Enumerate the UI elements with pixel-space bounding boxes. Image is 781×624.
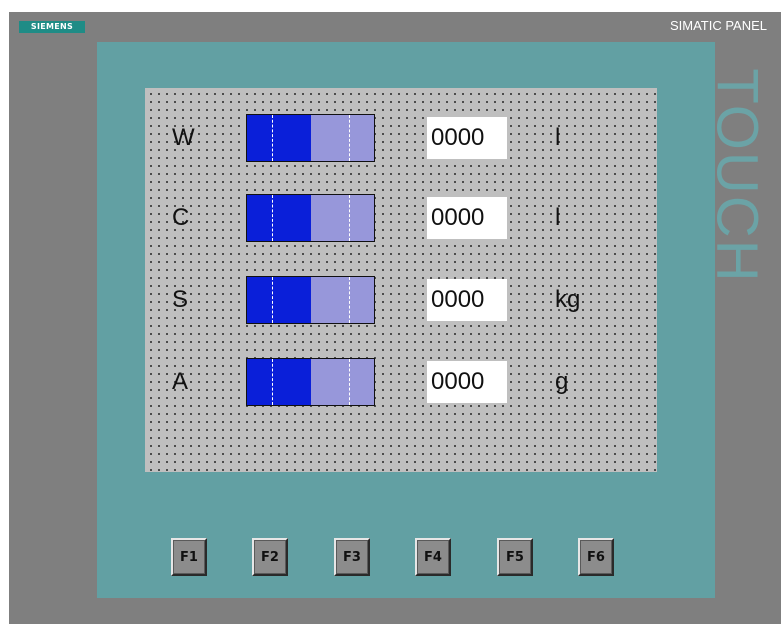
bar-fill — [247, 195, 311, 241]
value-field[interactable]: 0000 — [427, 279, 507, 321]
f1-key[interactable]: F1 — [171, 538, 207, 576]
bar-fill — [247, 115, 311, 161]
bar-tick — [349, 195, 350, 241]
bar-fill — [247, 359, 311, 405]
variable-label: W — [172, 124, 195, 151]
bar-tick — [272, 195, 273, 241]
hmi-panel: SIEMENS SIMATIC PANEL TOUCH W 0000 l C 0… — [9, 12, 781, 624]
bar-graph — [246, 358, 375, 406]
row-s: S 0000 kg — [145, 276, 657, 324]
f5-key[interactable]: F5 — [497, 538, 533, 576]
unit-label: l — [555, 204, 561, 231]
unit-label: kg — [555, 286, 581, 313]
row-w: W 0000 l — [145, 114, 657, 162]
f3-key[interactable]: F3 — [334, 538, 370, 576]
bar-graph — [246, 114, 375, 162]
row-a: A 0000 g — [145, 358, 657, 406]
model-label: SIMATIC PANEL — [669, 18, 767, 33]
bar-tick — [272, 115, 273, 161]
brand-logo: SIEMENS — [19, 21, 85, 33]
bar-tick — [272, 277, 273, 323]
row-c: C 0000 l — [145, 194, 657, 242]
bar-tick — [272, 359, 273, 405]
f4-key[interactable]: F4 — [415, 538, 451, 576]
hmi-screen: W 0000 l C 0000 l S 0000 kg A 0000 g — [145, 88, 657, 472]
bar-graph — [246, 194, 375, 242]
variable-label: C — [172, 204, 190, 231]
value-field[interactable]: 0000 — [427, 197, 507, 239]
bar-tick — [349, 277, 350, 323]
f2-key[interactable]: F2 — [252, 538, 288, 576]
variable-label: A — [172, 368, 189, 395]
unit-label: l — [555, 124, 561, 151]
touch-label: TOUCH — [713, 52, 761, 300]
f6-key[interactable]: F6 — [578, 538, 614, 576]
bar-tick — [349, 359, 350, 405]
unit-label: g — [555, 368, 569, 395]
bar-graph — [246, 276, 375, 324]
variable-label: S — [172, 286, 189, 313]
value-field[interactable]: 0000 — [427, 361, 507, 403]
value-field[interactable]: 0000 — [427, 117, 507, 159]
display-bezel: W 0000 l C 0000 l S 0000 kg A 0000 g F1 … — [97, 42, 715, 598]
touch-label-text: TOUCH — [713, 68, 761, 284]
bar-fill — [247, 277, 311, 323]
bar-tick — [349, 115, 350, 161]
